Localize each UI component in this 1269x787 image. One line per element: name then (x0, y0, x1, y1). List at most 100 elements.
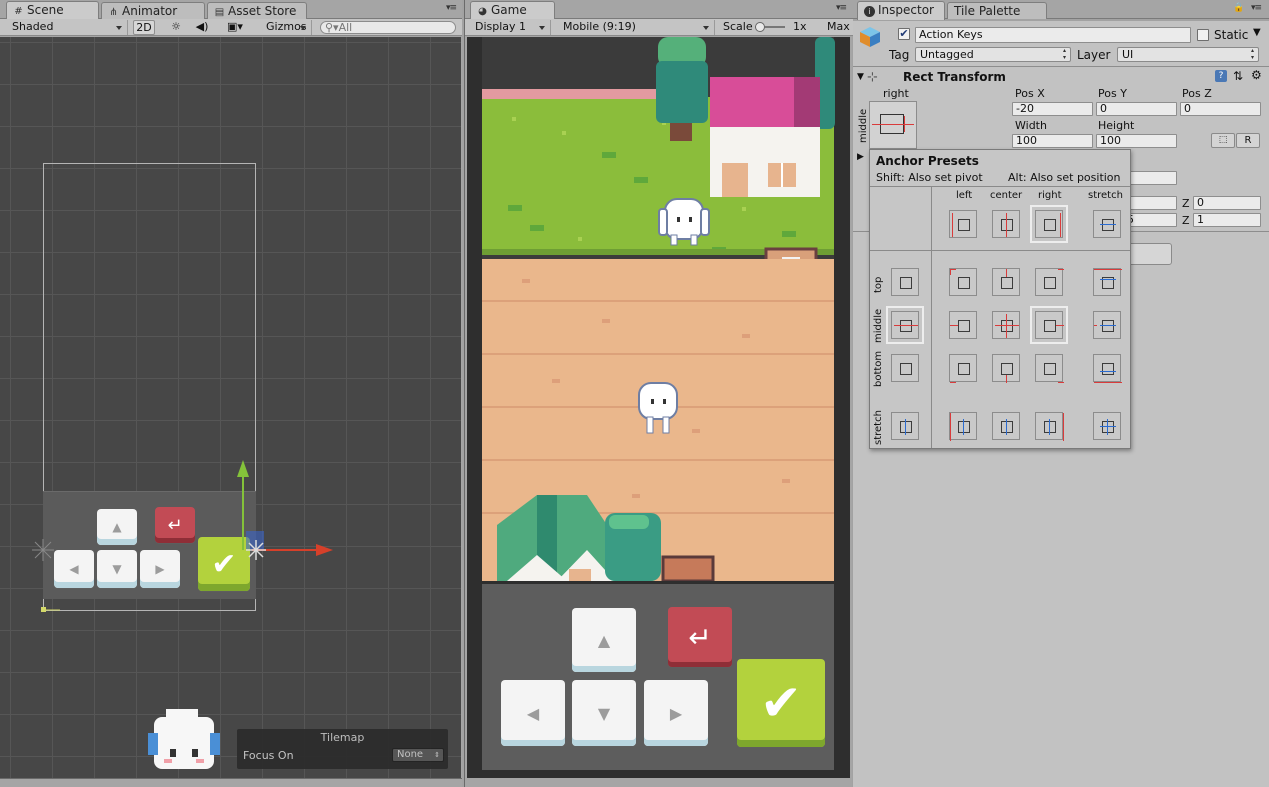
game-confirm-key[interactable]: ✔ (737, 659, 825, 747)
rotation-z-label: Z (1182, 197, 1190, 210)
anchor-preset-bottom[interactable] (891, 354, 919, 382)
game-panel-menu-icon[interactable]: ▾≡ (836, 4, 848, 14)
game-right-key[interactable]: ▶ (644, 680, 708, 746)
info-icon: i (864, 6, 875, 17)
tab-scene[interactable]: # Scene (6, 1, 99, 20)
anchor-preset-right[interactable] (1030, 205, 1068, 243)
checkmark-icon: ✔ (760, 674, 802, 732)
game-down-key[interactable]: ▼ (572, 680, 636, 746)
effects-icon[interactable]: ▣▾ (220, 20, 250, 35)
gear-icon[interactable]: ⚙ (1251, 68, 1262, 82)
anchor-preset-left[interactable] (949, 210, 977, 238)
anchor-preset-bottom-stretch[interactable] (1093, 354, 1122, 383)
scale-partial-input[interactable]: 5 (1123, 213, 1177, 227)
anchor-preset-stretch-h[interactable] (1093, 210, 1121, 238)
anchor-preset-top-stretch[interactable] (1093, 268, 1122, 296)
arrow-left-icon: ◀ (526, 703, 540, 723)
scene-search-input[interactable]: ⚲▾All (320, 21, 456, 34)
enter-icon: ↵ (688, 620, 712, 654)
rotation-partial-input[interactable] (1123, 196, 1177, 210)
maximize-toggle[interactable]: Max (827, 20, 850, 35)
focus-on-label: Focus On (243, 749, 294, 762)
scale-slider-thumb[interactable] (755, 22, 765, 32)
anchor-preset-button[interactable] (869, 101, 917, 149)
focus-on-dropdown[interactable]: None ⇕ (392, 748, 444, 762)
houses-bottom (497, 495, 715, 581)
anchor-preset-bottom-left[interactable] (949, 354, 977, 383)
anchor-preset-middle-left[interactable] (949, 311, 977, 339)
inspector-tabstrip: i Inspector Tile Palette 🔒 ▾≡ (853, 0, 1269, 20)
shading-dropdown[interactable]: Shaded (8, 20, 128, 35)
raw-edit-button[interactable]: R (1236, 133, 1260, 148)
anchor-preset-middle[interactable] (886, 306, 924, 344)
grid-icon: # (14, 6, 23, 17)
anchor-preset-top-left[interactable] (949, 268, 977, 296)
anchor-preset-bottom-right[interactable] (1035, 354, 1064, 383)
character-sprite (148, 709, 220, 769)
game-viewport[interactable]: ▲ ↵ ◀ ▼ ▶ ✔ (467, 37, 850, 778)
tab-animator[interactable]: ⋔ Animator (101, 2, 205, 19)
game-up-key[interactable]: ▲ (572, 608, 636, 672)
2d-toggle[interactable]: 2D (133, 20, 155, 35)
tilemap-overlay: Tilemap Focus On None ⇕ (237, 729, 448, 769)
anchors-foldout-icon[interactable]: ▶ (857, 152, 864, 162)
pos-z-input[interactable]: 0 (1180, 102, 1261, 116)
static-dropdown-icon[interactable]: ▼ (1253, 27, 1261, 38)
ghost-bunny (658, 198, 710, 246)
width-input[interactable]: 100 (1012, 134, 1093, 148)
anchor-preset-stretch-v[interactable] (891, 412, 919, 440)
audio-icon[interactable]: ◀) (190, 20, 214, 35)
blueprint-mode-button[interactable]: ⬚ (1211, 133, 1235, 148)
game-enter-key[interactable]: ↵ (668, 607, 732, 667)
object-name-input[interactable]: Action Keys (915, 27, 1191, 43)
tab-inspector[interactable]: i Inspector (857, 1, 945, 20)
anchor-preset-bottom-center[interactable] (992, 354, 1020, 383)
scene-viewport[interactable]: ▲ ↵ ◀ ▼ ▶ ✔ Tilemap Focus On None ⇕ (0, 37, 461, 778)
static-checkbox[interactable] (1197, 29, 1209, 41)
tree-top (656, 37, 708, 141)
tag-dropdown[interactable]: Untagged (915, 47, 1071, 62)
lock-icon[interactable]: 🔒 (1233, 4, 1245, 14)
tab-asset-store[interactable]: ▤ Asset Store (207, 2, 307, 19)
anchor-preset-top-center[interactable] (992, 268, 1020, 296)
anchor-preset-top[interactable] (891, 268, 919, 296)
col-label-left: left (956, 190, 973, 201)
height-input[interactable]: 100 (1096, 134, 1177, 148)
game-panel: ◕ Game ▾≡ Display 1 Mobile (9:19) Scale 1… (464, 0, 853, 787)
anchor-preset-top-right[interactable] (1035, 268, 1064, 296)
anchor-preset-stretch-left[interactable] (949, 412, 977, 441)
foldout-arrow-icon[interactable]: ▼ (857, 72, 864, 82)
layer-dropdown[interactable]: UI (1117, 47, 1259, 62)
pivot-input[interactable] (1123, 171, 1177, 185)
panel-menu-icon[interactable]: ▾≡ (446, 4, 458, 14)
anchor-preset-middle-right[interactable] (1030, 306, 1068, 344)
tab-inspector-label: Inspector (878, 3, 934, 17)
gizmos-dropdown[interactable]: Gizmos (262, 20, 312, 35)
anchor-preset-stretch-center[interactable] (992, 412, 1020, 440)
anchor-preset-stretch-right[interactable] (1035, 412, 1064, 441)
scale-label: Scale (723, 20, 753, 33)
popup-col-divider (931, 187, 932, 448)
pos-x-input[interactable]: -20 (1012, 102, 1093, 116)
game-toolbar: Display 1 Mobile (9:19) Scale 1x Max (465, 19, 853, 36)
presets-icon[interactable]: ⇅ (1233, 69, 1243, 83)
anchor-preset-middle-center[interactable] (992, 311, 1020, 339)
active-checkbox[interactable]: ✔ (898, 28, 910, 40)
anchor-preset-center[interactable] (992, 210, 1020, 238)
move-gizmo[interactable] (20, 457, 340, 627)
col-label-center: center (990, 190, 1023, 201)
col-label-right: right (1038, 190, 1062, 201)
help-icon[interactable]: ? (1215, 70, 1227, 82)
anchor-preset-stretch-all[interactable] (1093, 412, 1121, 440)
tab-game[interactable]: ◕ Game (470, 1, 555, 20)
resolution-dropdown[interactable]: Mobile (9:19) (559, 20, 715, 35)
scale-z-input[interactable]: 1 (1193, 213, 1261, 227)
pos-y-input[interactable]: 0 (1096, 102, 1177, 116)
game-left-key[interactable]: ◀ (501, 680, 565, 746)
rotation-z-input[interactable]: 0 (1193, 196, 1261, 210)
tab-tile-palette[interactable]: Tile Palette (947, 2, 1047, 19)
lighting-icon[interactable]: ☼ (164, 20, 188, 35)
inspector-menu-icon[interactable]: ▾≡ (1251, 4, 1263, 14)
anchor-preset-middle-stretch[interactable] (1093, 311, 1121, 339)
display-dropdown[interactable]: Display 1 (471, 20, 551, 35)
